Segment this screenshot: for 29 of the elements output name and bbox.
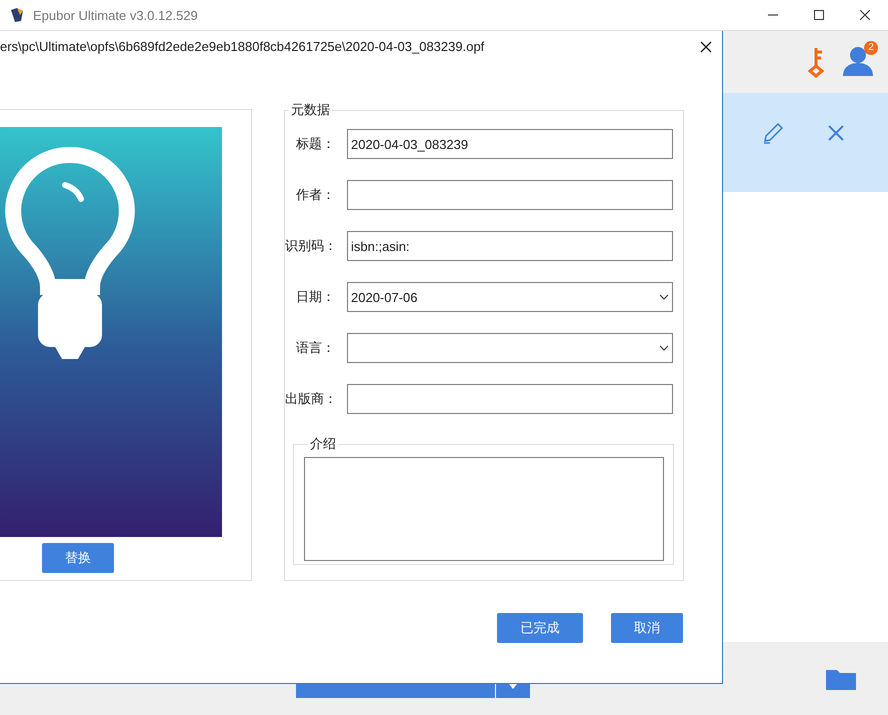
- maximize-icon[interactable]: [814, 10, 824, 20]
- group-title: 介绍: [309, 435, 337, 453]
- field-label: 语言：: [295, 339, 335, 357]
- group-title: 元数据: [290, 101, 331, 119]
- notification-badge: 2: [864, 40, 878, 54]
- close-icon[interactable]: [860, 10, 870, 20]
- field-label: 识别码：: [285, 237, 335, 255]
- folder-icon[interactable]: [826, 668, 856, 690]
- dialog-button[interactable]: 取消: [611, 613, 683, 643]
- close-button[interactable]: [698, 38, 714, 54]
- field-label: 日期：: [295, 288, 335, 306]
- app-logo-icon: [9, 7, 25, 23]
- input-field[interactable]: [347, 384, 673, 414]
- pencil-icon[interactable]: [762, 122, 784, 144]
- input-field[interactable]: 2020-04-03_083239: [347, 129, 673, 159]
- field-label: 出版商：: [285, 390, 335, 408]
- dropdown-caret-icon[interactable]: [659, 345, 669, 351]
- input-field[interactable]: [347, 180, 673, 210]
- dialog-button[interactable]: 已完成: [497, 613, 583, 643]
- dropdown-field[interactable]: 2020-07-06: [347, 282, 673, 312]
- field-label: 标题：: [295, 135, 335, 153]
- input-field[interactable]: isbn:;asin:: [347, 231, 673, 261]
- dropdown-field[interactable]: [347, 333, 673, 363]
- replace-button[interactable]: 替换: [42, 543, 114, 573]
- dropdown-caret-icon[interactable]: [659, 294, 669, 300]
- file-path: ers\pc\Ultimate\opfs\6b689fd2ede2e9eb1880f8cb4261725e\2020-04-03_083239.opf: [0, 39, 484, 54]
- text-area[interactable]: [304, 457, 664, 561]
- window-title: Epubor Ultimate v3.0.12.529: [33, 8, 198, 22]
- field-label: 作者：: [295, 186, 335, 204]
